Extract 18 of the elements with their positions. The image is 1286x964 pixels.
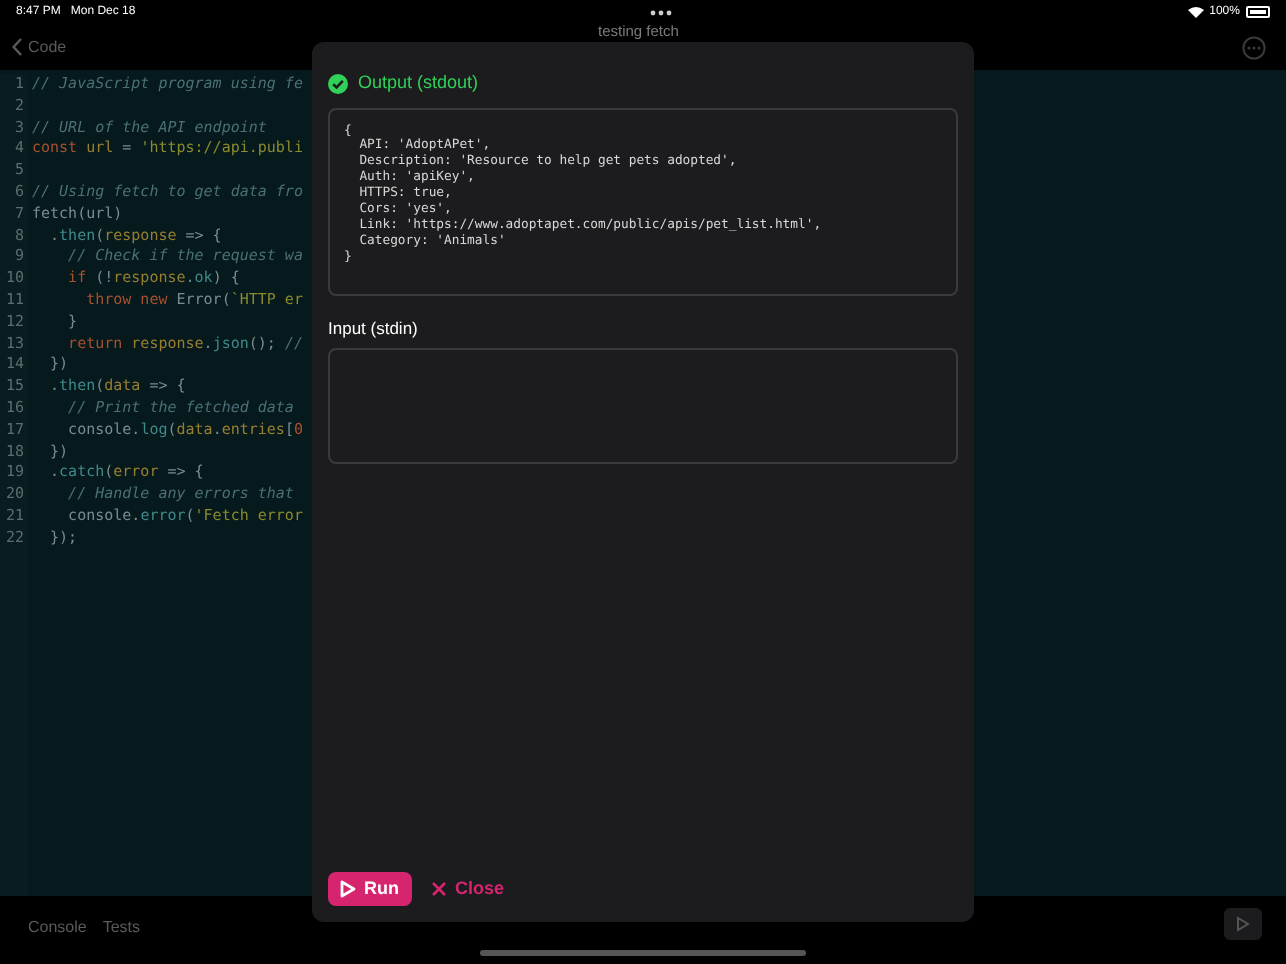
check-circle-icon xyxy=(328,73,348,94)
close-icon xyxy=(431,882,445,896)
play-icon xyxy=(1236,916,1250,932)
close-button[interactable]: Close xyxy=(423,872,513,906)
more-dots-icon xyxy=(650,9,673,15)
more-icon[interactable] xyxy=(1242,35,1266,59)
output-title: Output (stdout) xyxy=(358,70,479,96)
wifi-icon xyxy=(1187,6,1204,18)
back-chevron-icon xyxy=(12,38,22,56)
run-toolbar-button[interactable] xyxy=(1224,908,1262,940)
input-label: Input (stdin) xyxy=(328,315,420,341)
bottom-tab[interactable]: Tests xyxy=(102,916,141,940)
input-field[interactable] xyxy=(328,348,958,465)
play-icon xyxy=(340,880,356,898)
battery-icon xyxy=(1245,6,1270,18)
back-button[interactable]: Code xyxy=(12,35,67,59)
run-button[interactable]: Run xyxy=(328,872,411,906)
bottom-tab[interactable]: Console xyxy=(28,916,87,940)
